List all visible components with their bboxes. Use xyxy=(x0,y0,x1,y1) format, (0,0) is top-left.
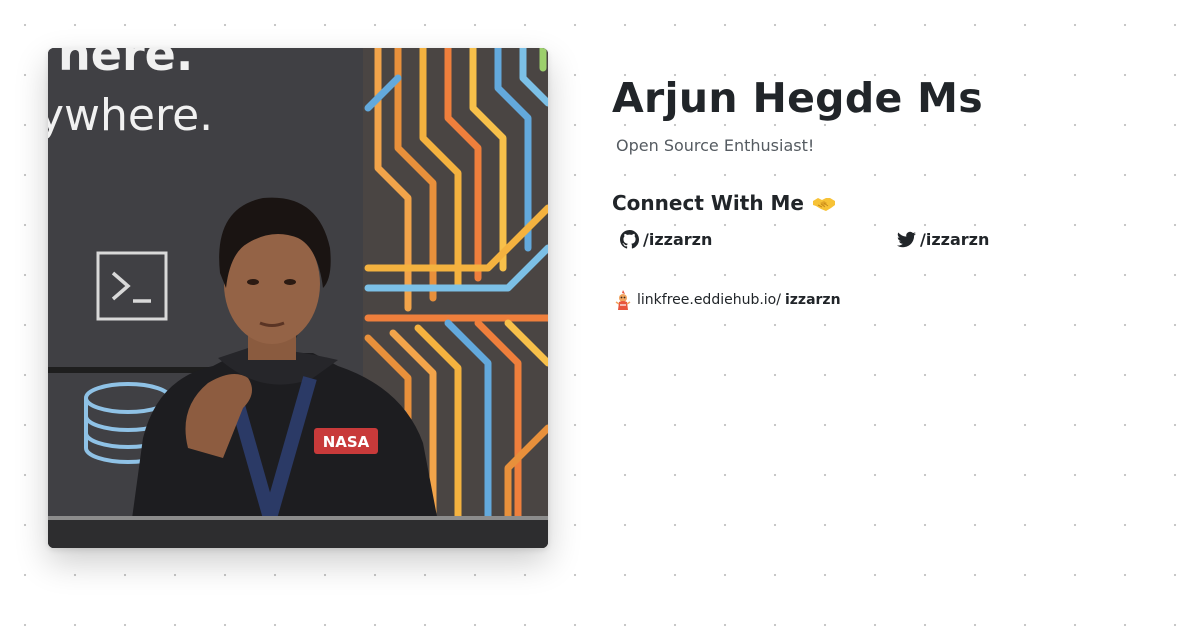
connect-heading: Connect With Me xyxy=(612,191,836,215)
profile-name: Arjun Hegde Ms xyxy=(612,74,983,122)
linkfree-link[interactable]: linkfree.eddiehub.io/ izzarzn xyxy=(614,289,841,311)
profile-bio: Open Source Enthusiast! xyxy=(616,136,815,155)
github-link-label: /izzarzn xyxy=(643,230,713,249)
backdrop-text-line2: ywhere. xyxy=(48,90,213,141)
github-link[interactable]: /izzarzn xyxy=(620,230,712,249)
handshake-emoji-icon xyxy=(812,191,836,215)
twitter-icon xyxy=(897,230,916,249)
eddiehub-logo-icon xyxy=(614,289,632,311)
shirt-logo-text: NASA xyxy=(323,433,370,451)
connect-heading-label: Connect With Me xyxy=(612,191,804,215)
twitter-link-label: /izzarzn xyxy=(920,230,990,249)
linkfree-prefix: linkfree.eddiehub.io/ xyxy=(637,292,781,308)
twitter-link[interactable]: /izzarzn xyxy=(897,230,989,249)
profile-photo: here. ywhere. NASA xyxy=(48,48,548,548)
backdrop-text-line1: here. xyxy=(58,48,193,81)
github-icon xyxy=(620,230,639,249)
linkfree-username: izzarzn xyxy=(784,292,841,308)
